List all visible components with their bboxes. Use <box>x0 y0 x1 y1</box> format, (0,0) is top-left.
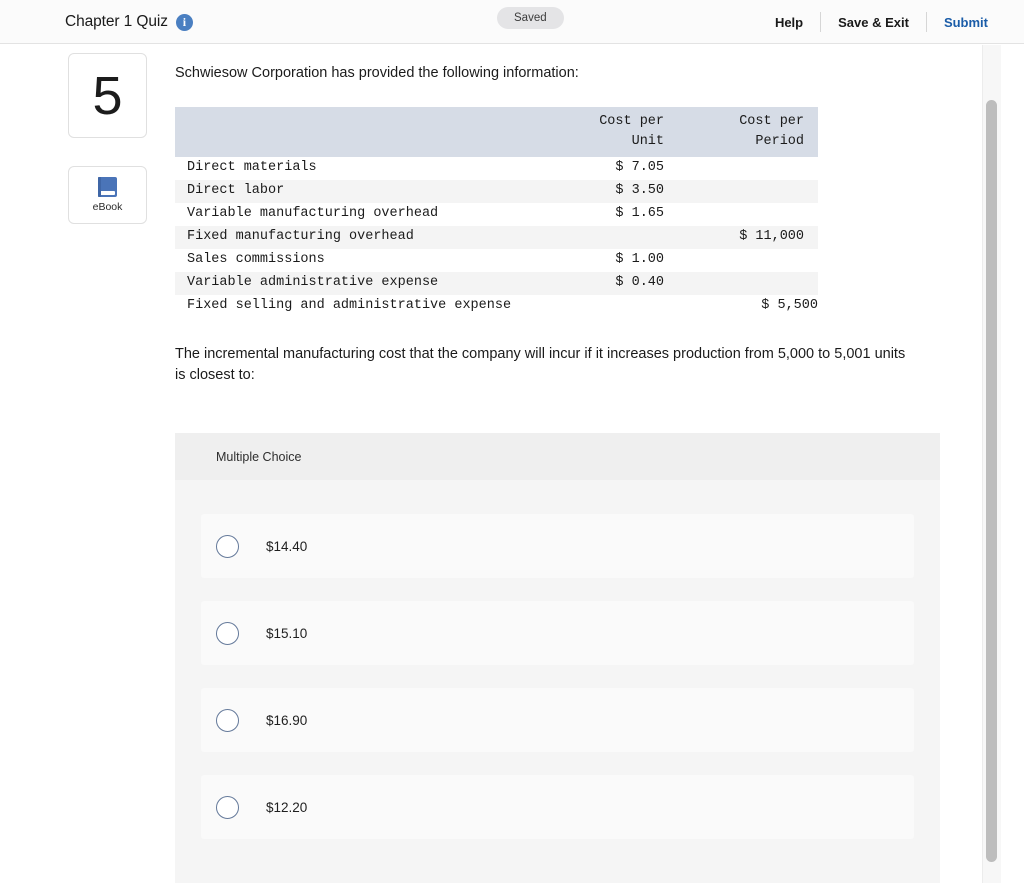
row-label: Fixed selling and administrative expense <box>187 297 512 313</box>
row-cost-per-period <box>678 180 818 204</box>
row-cost-per-period <box>678 249 818 272</box>
ebook-button[interactable]: eBook <box>68 166 147 224</box>
row-cost-per-period: $ 5,500 <box>761 297 818 313</box>
row-cost-per-period <box>678 157 818 180</box>
info-icon[interactable]: i <box>175 13 193 31</box>
quiz-title-group: Chapter 1 Quiz i <box>65 0 193 44</box>
header-line-1: Cost per <box>599 113 664 129</box>
row-label: Variable manufacturing overhead <box>187 206 439 222</box>
answer-option-1[interactable]: $14.40 <box>201 514 914 579</box>
row-cost-per-unit: $ 7.05 <box>615 160 664 176</box>
book-icon <box>98 177 117 197</box>
status-badge: Saved <box>497 7 564 29</box>
table-header-blank <box>175 106 538 158</box>
answer-option-2[interactable]: $15.10 <box>201 601 914 666</box>
table-row: Direct labor $ 3.50 <box>175 180 818 204</box>
row-cost-per-period <box>678 271 818 295</box>
question-rail: 5 eBook <box>68 53 147 224</box>
save-and-exit-button[interactable]: Save & Exit <box>821 16 926 29</box>
answer-option-label: $12.20 <box>266 799 308 815</box>
table-row: Variable manufacturing overhead $ 1.65 <box>175 203 818 226</box>
row-label: Sales commissions <box>187 251 325 267</box>
quiz-page: 5 eBook Schwiesow Corporation has provid… <box>0 45 982 883</box>
answer-type-header: Multiple Choice <box>175 433 940 481</box>
row-cost-per-period: $ 11,000 <box>678 226 818 249</box>
table-header-cost-per-period: Cost per Period <box>678 106 818 158</box>
answer-type-label: Multiple Choice <box>216 449 302 464</box>
row-cost-per-period <box>678 203 818 226</box>
table-row: Direct materials $ 7.05 <box>175 157 818 180</box>
answer-options-list: $14.40 $15.10 $16.90 $12.20 <box>175 480 940 840</box>
answer-panel: Multiple Choice $14.40 $15.10 $16.90 $12… <box>175 433 940 883</box>
question-prompt: The incremental manufacturing cost that … <box>175 345 906 384</box>
header-line-2: Period <box>755 134 804 149</box>
table-row: Fixed manufacturing overhead $ 11,000 <box>175 226 818 249</box>
radio-button-icon[interactable] <box>216 795 239 819</box>
answer-option-label: $15.10 <box>266 625 308 641</box>
radio-button-icon[interactable] <box>216 534 239 558</box>
answer-option-3[interactable]: $16.90 <box>201 688 914 753</box>
row-cost-per-unit: $ 0.40 <box>538 271 678 295</box>
radio-button-icon[interactable] <box>216 708 239 732</box>
question-number: 5 <box>92 65 123 126</box>
submit-button[interactable]: Submit <box>927 16 988 29</box>
page-title: Chapter 1 Quiz <box>65 13 168 30</box>
table-header-row: Cost per Unit Cost per Period <box>175 106 818 158</box>
row-label: Fixed manufacturing overhead <box>175 226 538 249</box>
row-label: Direct materials <box>187 160 317 176</box>
row-cost-per-unit <box>538 295 678 318</box>
table-row: Fixed selling and administrative expense… <box>175 295 818 318</box>
question-number-card: 5 <box>68 53 147 138</box>
row-cost-per-unit: $ 3.50 <box>538 180 678 204</box>
header-line-2: Unit <box>631 134 664 149</box>
table-body: Direct materials $ 7.05 Direct labor $ 3… <box>175 157 818 317</box>
cost-data-table: Cost per Unit Cost per Period Direct mat… <box>175 106 818 318</box>
answer-option-label: $14.40 <box>266 538 308 554</box>
radio-button-icon[interactable] <box>216 621 239 645</box>
table-row: Sales commissions $ 1.00 <box>175 249 818 272</box>
row-label: Variable administrative expense <box>175 271 538 295</box>
header-line-1: Cost per <box>739 113 804 129</box>
row-cost-per-unit <box>538 226 678 249</box>
header-actions: Help Save & Exit Submit <box>758 0 988 44</box>
top-bar: Chapter 1 Quiz i Saved Help Save & Exit … <box>0 0 1024 44</box>
answer-option-label: $16.90 <box>266 712 308 728</box>
question-content: Schwiesow Corporation has provided the f… <box>175 63 940 883</box>
row-cost-per-unit: $ 1.00 <box>615 251 664 267</box>
table-row: Variable administrative expense $ 0.40 <box>175 271 818 295</box>
scrollbar-thumb[interactable] <box>986 100 997 862</box>
ebook-label: eBook <box>92 201 123 213</box>
table-head: Cost per Unit Cost per Period <box>175 106 818 158</box>
answer-option-4[interactable]: $12.20 <box>201 775 914 840</box>
question-stem: Schwiesow Corporation has provided the f… <box>175 65 579 81</box>
row-cost-per-unit: $ 1.65 <box>615 206 664 222</box>
help-button[interactable]: Help <box>758 16 820 29</box>
table-header-cost-per-unit: Cost per Unit <box>538 106 678 158</box>
row-label: Direct labor <box>175 180 538 204</box>
